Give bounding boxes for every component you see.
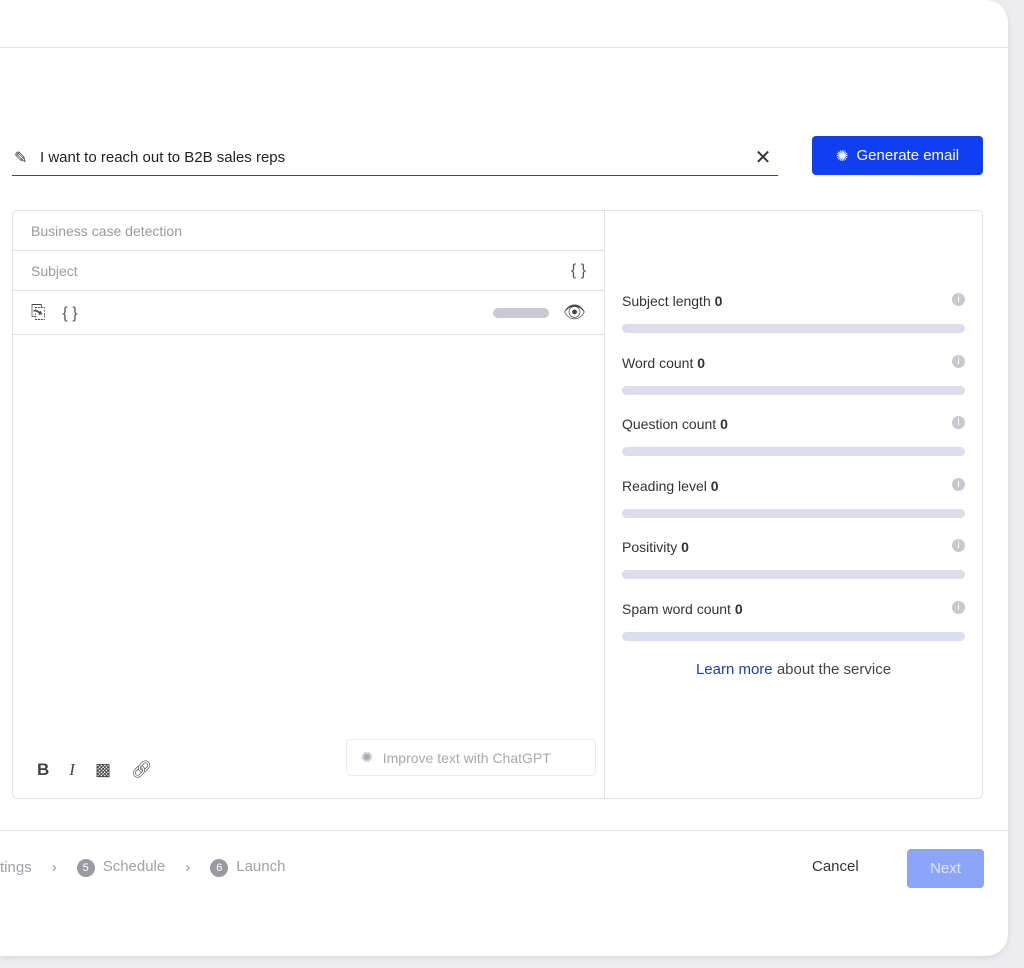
metrics-panel: Subject length 0 i Word count 0 i Question c… — [605, 211, 982, 798]
metric-header: Question count 0 i — [622, 416, 965, 432]
metric-bar — [622, 570, 965, 579]
modal: ✎ ✕ ✺ Generate email Business case detec… — [0, 0, 1008, 956]
prompt-field[interactable]: ✎ ✕ — [12, 140, 778, 176]
metric-value: 0 — [734, 600, 743, 617]
improve-text-button[interactable]: ✺ Improve text with ChatGPT — [346, 739, 596, 776]
clear-icon[interactable]: ✕ — [748, 145, 778, 170]
metric-label: Word count — [622, 354, 694, 371]
subject-placeholder: Subject — [31, 262, 78, 279]
metric-header: Word count 0 i — [622, 354, 965, 371]
subject-field[interactable]: Subject { } — [13, 251, 604, 291]
step-number: 6 — [210, 859, 229, 877]
magic-wand-icon: ✎ — [14, 149, 28, 167]
cancel-button[interactable]: Cancel — [812, 858, 859, 875]
chatgpt-icon: ✺ — [835, 147, 849, 165]
link-icon[interactable]: 🔗︎ — [131, 760, 153, 780]
variables-icon[interactable]: { } — [62, 305, 77, 322]
step-label: Launch — [236, 858, 286, 875]
editor-toolbar: ⎘ { } 👁 — [13, 291, 604, 335]
generate-email-label: Generate email — [856, 147, 960, 164]
metric-value: 0 — [697, 354, 706, 371]
info-icon[interactable]: i — [952, 354, 965, 368]
format-toolbar: B I ▩ 🔗︎ — [37, 760, 153, 780]
image-icon[interactable]: ▩ — [95, 760, 111, 780]
step-number: 5 — [76, 859, 95, 877]
metric-label: Reading level — [622, 477, 707, 494]
chevron-right-icon: › — [51, 859, 57, 876]
learn-more: Learn more about the service — [622, 661, 965, 678]
metric-label: Positivity — [622, 539, 678, 555]
stepper: tings › 5 Schedule › 6 Launch — [0, 858, 285, 877]
divider — [0, 830, 1008, 831]
info-icon[interactable]: i — [952, 477, 965, 491]
business-case-field[interactable]: Business case detection — [13, 211, 604, 251]
metric-header: Reading level 0 i — [622, 477, 965, 494]
learn-more-text: about the service — [772, 661, 892, 678]
chatgpt-icon: ✺ — [361, 749, 373, 765]
preview-eye-icon[interactable]: 👁 — [563, 302, 586, 322]
metric-bar — [622, 631, 965, 641]
metric-value: 0 — [714, 293, 723, 309]
metric-question-count: Question count 0 i — [622, 416, 965, 478]
next-button[interactable]: Next — [907, 849, 984, 888]
divider — [0, 47, 1008, 48]
metric-bar — [622, 447, 965, 456]
metric-spam-word-count: Spam word count 0 i — [622, 600, 965, 663]
email-editor-panel: Business case detection Subject { } ⎘ { … — [12, 210, 983, 799]
metric-bar — [622, 324, 965, 333]
step-settings[interactable]: tings — [0, 859, 32, 876]
template-icon[interactable]: ⎘ — [31, 302, 45, 322]
step-schedule[interactable]: 5 Schedule — [76, 858, 166, 877]
step-launch[interactable]: 6 Launch — [210, 858, 285, 877]
generate-email-button[interactable]: ✺ Generate email — [812, 136, 983, 175]
step-label: Schedule — [102, 858, 166, 875]
editor: Business case detection Subject { } ⎘ { … — [13, 211, 605, 798]
chevron-right-icon: › — [185, 859, 191, 876]
italic-button[interactable]: I — [69, 760, 75, 780]
learn-more-link[interactable]: Learn more — [696, 661, 773, 678]
metric-bar — [622, 508, 965, 518]
info-icon[interactable]: i — [952, 600, 965, 614]
metric-header: Spam word count 0 i — [622, 600, 965, 617]
metric-value: 0 — [710, 477, 719, 494]
metric-bar — [622, 385, 965, 395]
metric-header: Subject length 0 i — [622, 293, 965, 309]
metric-value: 0 — [681, 539, 689, 555]
metric-label: Subject length — [622, 293, 711, 309]
metric-positivity: Positivity 0 i — [622, 539, 965, 601]
metric-label: Question count — [622, 416, 717, 432]
bold-button[interactable]: B — [37, 760, 49, 780]
metric-header: Positivity 0 i — [622, 539, 965, 555]
metric-reading-level: Reading level 0 i — [622, 477, 965, 540]
info-icon[interactable]: i — [952, 416, 965, 429]
metric-label: Spam word count — [622, 600, 731, 617]
improve-text-label: Improve text with ChatGPT — [382, 749, 551, 766]
metric-value: 0 — [720, 416, 728, 432]
info-icon[interactable]: i — [952, 293, 965, 306]
prompt-input[interactable] — [40, 149, 748, 166]
subject-variables-icon[interactable]: { } — [571, 262, 586, 280]
business-case-placeholder: Business case detection — [31, 222, 182, 239]
toggle-pill[interactable] — [493, 308, 550, 319]
info-icon[interactable]: i — [952, 539, 965, 552]
metric-word-count: Word count 0 i — [622, 354, 965, 417]
metric-subject-length: Subject length 0 i — [622, 293, 965, 355]
